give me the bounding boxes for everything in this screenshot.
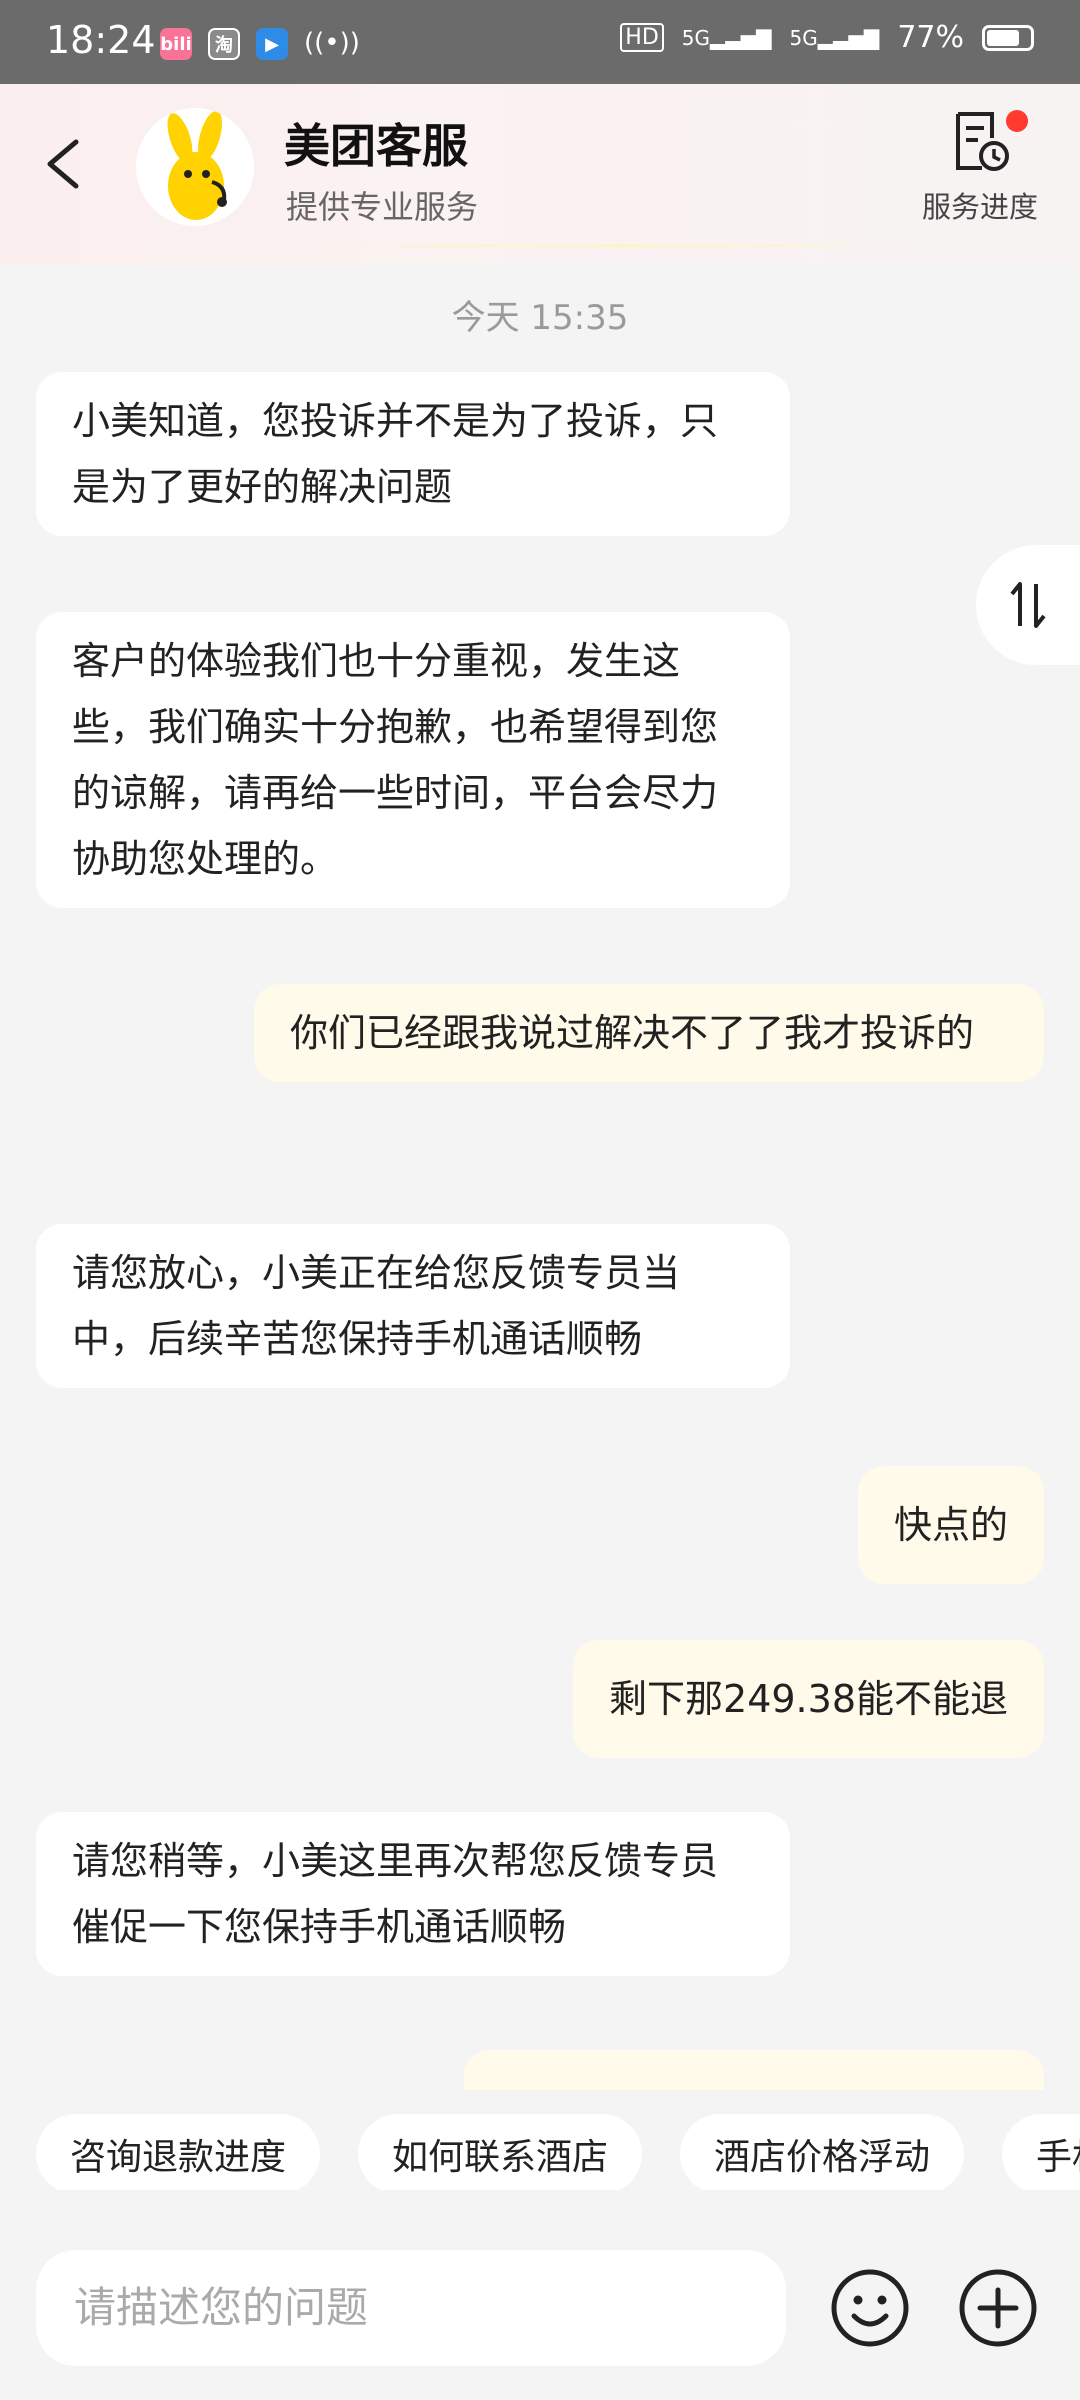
- nfc-icon: ((•)): [304, 28, 360, 58]
- app-icon: ▶: [256, 28, 288, 60]
- chevron-left-icon: [47, 139, 79, 189]
- message-input[interactable]: 请描述您的问题: [36, 2250, 786, 2366]
- document-clock-icon: [956, 112, 1009, 171]
- kangaroo-mascot-icon: [167, 110, 227, 220]
- quick-reply-bar: 咨询退款进度 如何联系酒店 酒店价格浮动 手机: [0, 2090, 1080, 2190]
- message-bubble-agent: 请您稍等，小美这里再次帮您反馈专员催促一下您保持手机通话顺畅: [36, 1812, 790, 1976]
- page-subtitle: 提供专业服务: [286, 188, 479, 226]
- sort-arrows-icon: [1010, 582, 1046, 628]
- notification-dot: [1006, 110, 1028, 132]
- service-progress-button[interactable]: 服务进度: [920, 110, 1040, 226]
- battery-percent: 77%: [897, 20, 964, 55]
- message-bubble-agent: 请您放心，小美正在给您反馈专员当中，后续辛苦您保持手机通话顺畅: [36, 1224, 790, 1388]
- message-bubble-user: 剩下那249.38能不能退: [573, 1640, 1044, 1758]
- avatar[interactable]: [136, 108, 254, 226]
- more-button[interactable]: [956, 2266, 1040, 2350]
- battery-icon: [982, 24, 1034, 51]
- bilibili-app-icon: bili: [160, 28, 192, 60]
- smiley-icon: [831, 2269, 909, 2347]
- message-bubble-user-partial: [464, 2050, 1044, 2090]
- quick-reply-chip[interactable]: 手机: [1002, 2114, 1080, 2190]
- signal-icon: 5G▂▃▅▇: [681, 25, 772, 50]
- quick-reply-chip[interactable]: 如何联系酒店: [358, 2114, 643, 2190]
- taobao-app-icon: 淘: [208, 28, 240, 60]
- quick-reply-chip[interactable]: 酒店价格浮动: [680, 2114, 965, 2190]
- input-bar: 请描述您的问题: [0, 2220, 1080, 2400]
- plus-circle-icon: [959, 2269, 1037, 2347]
- message-bubble-user: 你们已经跟我说过解决不了了我才投诉的: [254, 984, 1044, 1082]
- switch-order-button[interactable]: [976, 545, 1080, 665]
- back-button[interactable]: [36, 134, 96, 194]
- status-time: 18:24: [46, 18, 156, 62]
- hd-icon: HD: [620, 23, 664, 52]
- signal-icon-2: 5G▂▃▅▇: [789, 25, 880, 50]
- message-bubble-user: 快点的: [857, 1466, 1044, 1584]
- status-bar: 18:24 bili 淘 ▶ ((•)) HD 5G▂▃▅▇ 5G▂▃▅▇ 77…: [0, 0, 1080, 84]
- message-bubble-agent: 小美知道，您投诉并不是为了投诉，只是为了更好的解决问题: [36, 372, 790, 536]
- quick-reply-chip[interactable]: 咨询退款进度: [36, 2114, 321, 2190]
- chat-timestamp: 今天 15:35: [451, 298, 629, 338]
- chat-header: 美团客服 提供专业服务 服务进度: [0, 84, 1080, 264]
- emoji-button[interactable]: [828, 2266, 912, 2350]
- header-divider: [300, 244, 940, 247]
- page-title: 美团客服: [284, 119, 468, 173]
- service-progress-label: 服务进度: [921, 190, 1038, 224]
- status-app-icons: bili 淘 ▶ ((•)): [160, 28, 360, 60]
- message-bubble-agent: 客户的体验我们也十分重视，发生这些，我们确实十分抱歉，也希望得到您的谅解，请再给…: [36, 612, 790, 908]
